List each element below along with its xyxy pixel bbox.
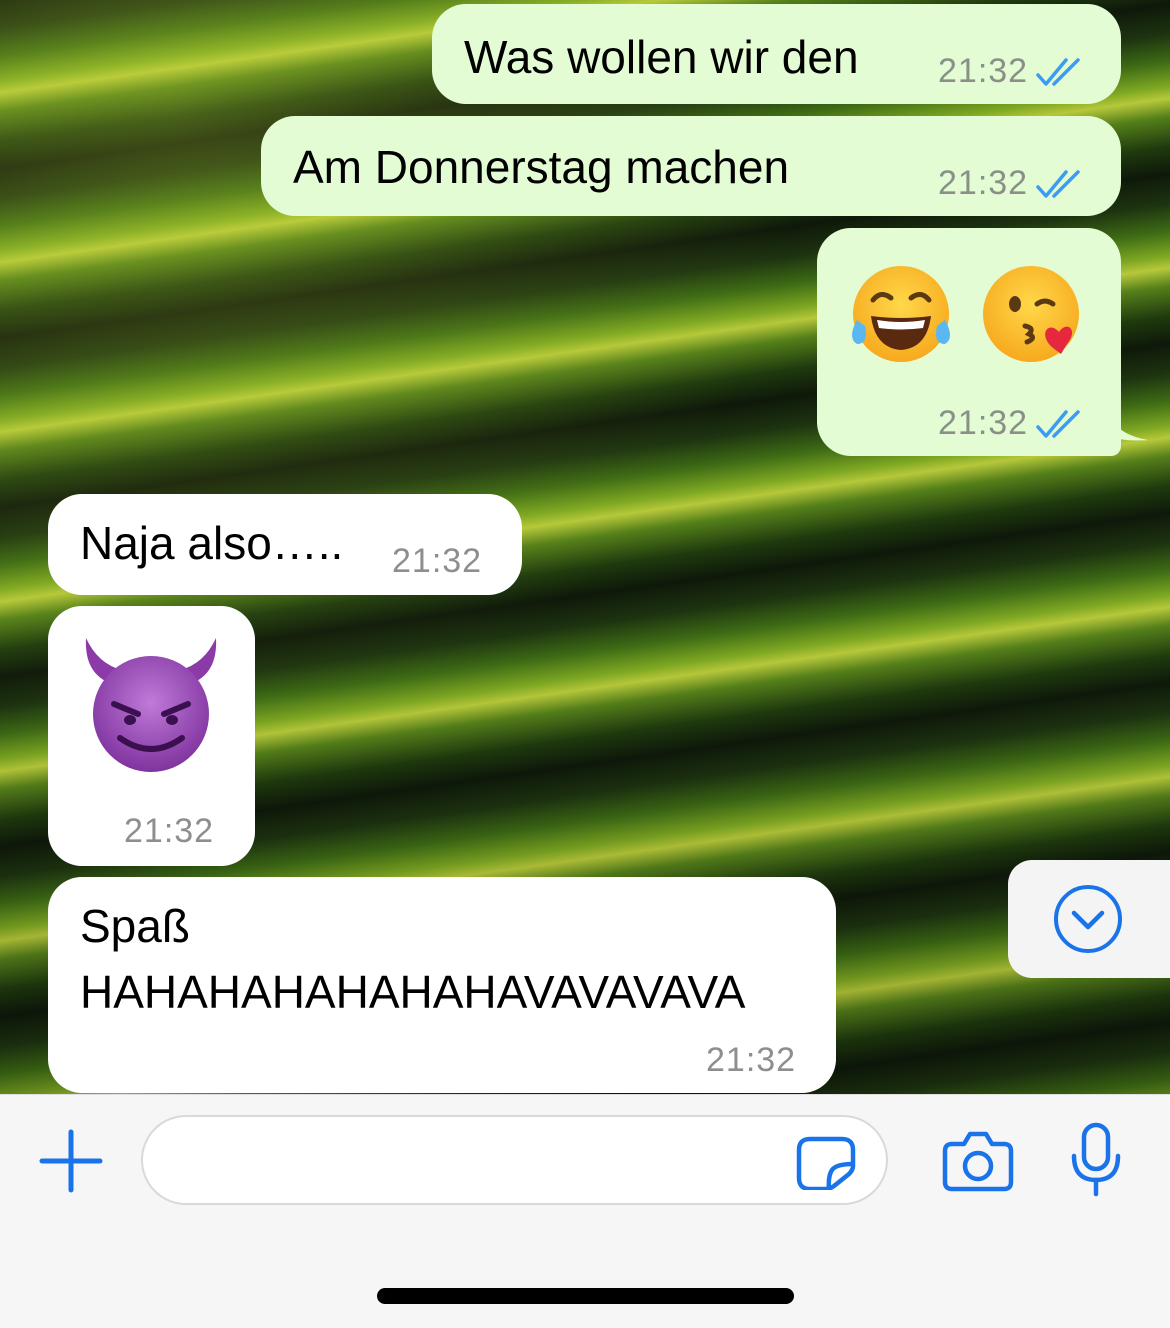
read-check-icon (1036, 409, 1084, 439)
message-time: 21:32 (706, 1041, 797, 1079)
plus-icon[interactable] (36, 1126, 106, 1196)
message-bubble-incoming[interactable]: Spaß HAHAHAHAHAHAHAVAVAVAVA 21:32 (48, 877, 836, 1093)
face-with-tears-of-joy-icon (852, 266, 950, 362)
read-check-icon (1036, 57, 1084, 87)
message-meta: 21:32 (124, 812, 214, 851)
message-meta: 21:32 (706, 1041, 796, 1080)
message-list[interactable]: Was wollen wir den 21:32 Am Donnerstag m… (0, 0, 1170, 1094)
message-time: 21:32 (938, 404, 1029, 442)
message-text-line: HAHAHAHAHAHAHAVAVAVAVA (80, 966, 746, 1018)
chevron-down-circle-icon (1054, 885, 1122, 953)
bubble-tail (1110, 412, 1148, 441)
microphone-icon[interactable] (1070, 1122, 1122, 1198)
scroll-to-bottom-button[interactable] (1008, 860, 1170, 978)
message-text-line: Spaß (80, 900, 190, 952)
camera-icon[interactable] (942, 1130, 1014, 1192)
message-input[interactable] (141, 1115, 888, 1205)
message-time: 21:32 (392, 542, 483, 580)
message-meta: 21:32 (938, 164, 1084, 203)
message-text: Was wollen wir den (464, 31, 859, 83)
message-meta: 21:32 (392, 542, 482, 581)
message-bubble-outgoing[interactable]: Was wollen wir den 21:32 (432, 4, 1121, 104)
home-indicator (377, 1288, 794, 1304)
message-time: 21:32 (938, 52, 1029, 90)
message-bubble-incoming[interactable]: 21:32 (48, 606, 255, 866)
face-blowing-a-kiss-icon (983, 266, 1079, 362)
message-time: 21:32 (938, 164, 1029, 202)
read-check-icon (1036, 169, 1084, 199)
message-bubble-incoming[interactable]: Naja also….. 21:32 (48, 494, 522, 595)
message-text: Am Donnerstag machen (293, 141, 790, 193)
message-time: 21:32 (124, 812, 215, 850)
message-bubble-outgoing[interactable]: Am Donnerstag machen 21:32 (261, 116, 1121, 216)
smiling-face-with-horns-icon (85, 638, 217, 772)
message-meta: 21:32 (938, 52, 1084, 91)
message-text: Naja also….. (80, 517, 344, 569)
message-bubble-outgoing[interactable]: 21:32 (817, 228, 1121, 456)
sticker-icon[interactable] (796, 1136, 856, 1190)
message-meta: 21:32 (938, 404, 1084, 443)
